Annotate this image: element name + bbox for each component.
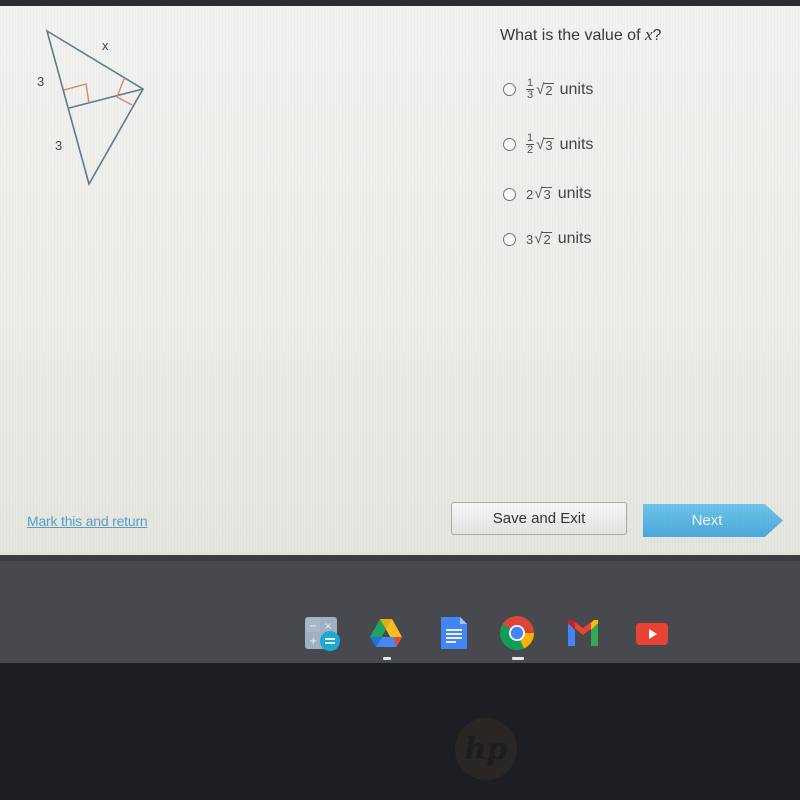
radio-button[interactable] [503,138,516,151]
fraction: 1 2 [526,133,535,156]
radicand: 2 [544,82,554,98]
screen: x 3 3 What is the value of x? 1 3 √ 2 uni… [0,0,800,555]
fraction-denominator: 3 [527,89,534,101]
question-prefix: What is the value of [500,27,645,44]
mark-and-return-link[interactable]: Mark this and return [27,513,148,529]
triangle-diagram: x 3 3 [37,29,145,187]
triangle-figure: x 3 3 [20,20,180,200]
youtube-icon[interactable] [634,615,670,651]
radio-button[interactable] [503,83,516,96]
right-angle-marker [63,83,90,104]
gmail-icon[interactable] [565,615,601,651]
svg-text:−: − [309,621,317,632]
radicand: 3 [544,137,554,153]
answer-option-2[interactable]: 1 2 √ 3 units [503,133,593,156]
label-lower-3: 3 [55,138,62,153]
laptop-bezel [0,663,800,800]
unit-label: units [559,80,594,98]
label-upper-3: 3 [37,74,44,89]
answer-option-1[interactable]: 1 3 √ 2 units [503,78,593,101]
radicand: 3 [542,187,552,202]
answer-option-4[interactable]: 3 √ 2 units [503,230,592,248]
question-suffix: ? [652,27,662,44]
square-root: √ 2 [534,230,552,247]
unit-label: units [559,135,594,153]
svg-text:+: + [309,636,317,647]
coefficient: 2 [526,186,534,202]
unit-label: units [557,230,592,247]
square-root: √ 2 [536,80,554,98]
os-shelf: − × + [0,561,800,663]
drive-open-indicator [383,657,391,660]
google-drive-icon[interactable] [368,615,404,651]
square-root: √ 3 [536,135,554,153]
radicand: 2 [542,232,552,247]
question-text: What is the value of x? [500,25,661,45]
answer-option-3[interactable]: 2 √ 3 units [503,185,592,203]
calculator-icon[interactable]: − × + [304,615,340,651]
google-docs-icon[interactable] [436,615,472,651]
screen-top-edge [0,0,800,6]
square-root: √ 3 [534,185,552,202]
label-x: x [102,38,109,53]
radio-button[interactable] [503,187,516,201]
google-chrome-icon[interactable] [499,615,535,651]
chrome-open-indicator [512,657,524,660]
fraction-denominator: 2 [527,144,534,156]
next-button[interactable]: Next [643,504,783,537]
coefficient: 3 [526,231,534,247]
triangle-outline [45,29,145,187]
question-variable: x [644,25,653,44]
radio-button[interactable] [503,232,516,246]
hp-logo: hp [455,718,517,780]
svg-text:×: × [324,621,332,632]
fraction: 1 3 [526,78,535,101]
unit-label: units [557,185,592,202]
save-and-exit-button[interactable]: Save and Exit [451,502,627,535]
